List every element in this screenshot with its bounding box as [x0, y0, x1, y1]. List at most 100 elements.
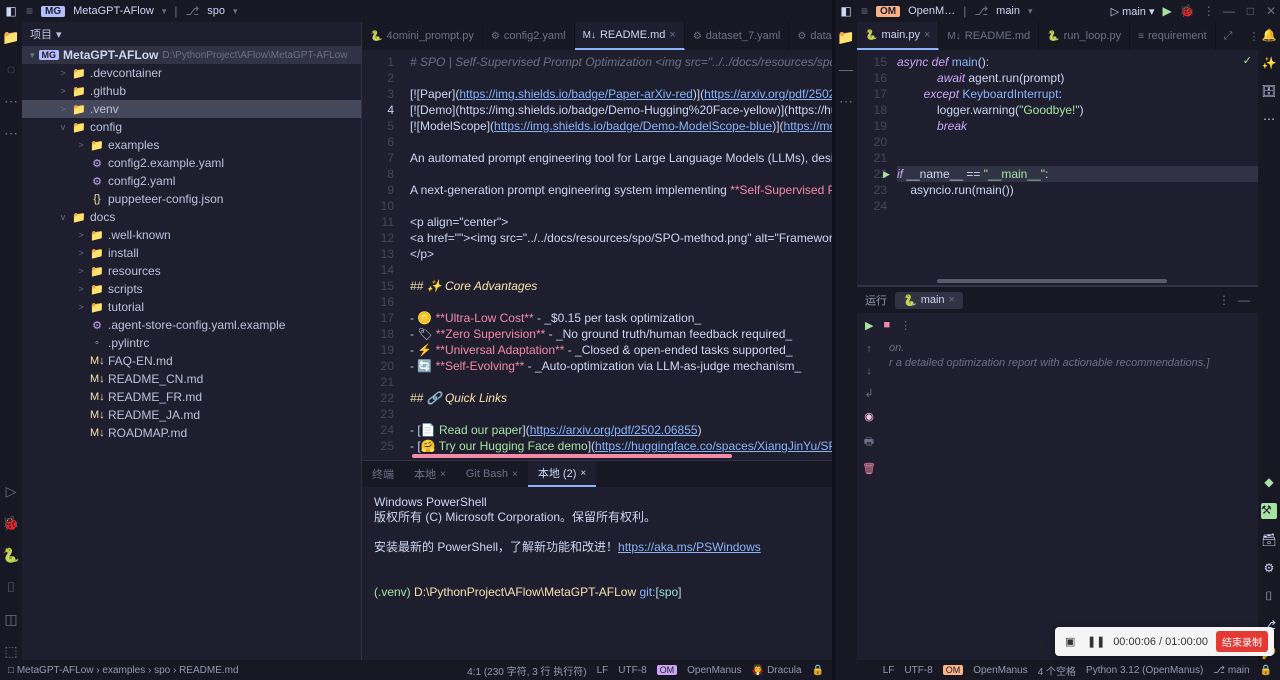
settings-icon[interactable]: ⚙: [1264, 561, 1275, 575]
terminal-icon[interactable]: ⌷: [1265, 589, 1272, 604]
terminal-tab[interactable]: 本地 ×: [404, 461, 456, 487]
problems-icon[interactable]: ⬚: [2, 642, 20, 660]
screen-record-widget[interactable]: ▣ ❚❚ 00:00:06 / 01:00:00 结束录制: [1055, 627, 1274, 656]
om-label[interactable]: OpenManus: [973, 665, 1027, 676]
editor-tab[interactable]: 🐍4omini_prompt.py: [362, 22, 483, 50]
tree-item[interactable]: {}puppeteer-config.json: [22, 190, 361, 208]
run-config[interactable]: ▷ main ▾: [1111, 5, 1155, 18]
tree-item[interactable]: >📁.github: [22, 82, 361, 100]
tree-item[interactable]: >📁.devcontainer: [22, 64, 361, 82]
more-icon[interactable]: ⋮: [900, 319, 911, 332]
tree-item[interactable]: >📁scripts: [22, 280, 361, 298]
more-icon[interactable]: ⋯: [1263, 112, 1275, 126]
code-content[interactable]: async def main(): await agent.run(prompt…: [897, 50, 1258, 285]
stop-icon[interactable]: ■: [883, 319, 890, 331]
close-icon[interactable]: ✕: [1266, 4, 1276, 18]
lock-icon[interactable]: 🔒: [1260, 665, 1272, 676]
tree-item[interactable]: v📁docs: [22, 208, 361, 226]
editor-tab[interactable]: 🐍run_loop.py: [1039, 22, 1130, 50]
python-interpreter[interactable]: Python 3.12 (OpenManus): [1086, 665, 1203, 676]
chevron-down-icon[interactable]: ▾: [1028, 6, 1033, 17]
up-arrow-icon[interactable]: ↑: [866, 343, 872, 355]
debug-icon[interactable]: 🐞: [2, 514, 20, 532]
tree-item[interactable]: >📁tutorial: [22, 298, 361, 316]
terminal-tab[interactable]: 本地 (2) ×: [528, 461, 596, 487]
line-ending[interactable]: LF: [597, 665, 609, 676]
branch-name[interactable]: spo: [207, 5, 225, 17]
tree-item[interactable]: ⚙.agent-store-config.yaml.example: [22, 316, 361, 334]
structure-icon[interactable]: ⋯: [837, 92, 855, 110]
chevron-down-icon[interactable]: ▾: [56, 28, 62, 41]
horizontal-scrollbar[interactable]: [937, 279, 1167, 283]
tree-item[interactable]: >📁resources: [22, 262, 361, 280]
theme-label[interactable]: 🧛 Dracula: [752, 665, 802, 676]
terminal-tab[interactable]: 终端: [362, 461, 404, 487]
file-tree[interactable]: ▾ MG MetaGPT-AFLow D:\PythonProject\AFlo…: [22, 46, 361, 660]
tree-item[interactable]: ⚙config2.example.yaml: [22, 154, 361, 172]
terminal-icon[interactable]: ⌷: [2, 578, 20, 596]
more-icon[interactable]: ⋯: [2, 124, 20, 142]
check-icon[interactable]: ✓: [1243, 54, 1252, 67]
tree-item[interactable]: v📁config: [22, 118, 361, 136]
copilot-icon[interactable]: ◆: [1264, 475, 1273, 489]
expand-icon[interactable]: ⤢: [1216, 22, 1241, 50]
run-button[interactable]: ▶: [1163, 4, 1172, 18]
tree-item[interactable]: M↓ROADMAP.md: [22, 424, 361, 442]
tree-item[interactable]: >📁.venv: [22, 100, 361, 118]
structure-icon[interactable]: ⋯: [2, 92, 20, 110]
tree-root[interactable]: ▾ MG MetaGPT-AFLow D:\PythonProject\AFlo…: [22, 46, 361, 64]
services-icon[interactable]: ◫: [2, 610, 20, 628]
run-tab[interactable]: 🐍 main ×: [895, 292, 963, 309]
encoding[interactable]: UTF-8: [618, 665, 646, 676]
lock-icon[interactable]: 🔒: [812, 665, 824, 676]
right-code-editor[interactable]: 15161718192021222324 async def main(): a…: [857, 50, 1258, 286]
hamburger-icon[interactable]: ≡: [26, 4, 33, 18]
editor-tab[interactable]: ⚙config2.yaml: [483, 22, 575, 50]
more-icon[interactable]: ⋮: [1218, 293, 1230, 307]
editor-tab[interactable]: ⚙dataset_7~ve...: [789, 22, 832, 50]
editor-tab[interactable]: ⚙dataset_7.yaml: [685, 22, 790, 50]
folder-icon[interactable]: 📁: [837, 28, 855, 46]
commit-icon[interactable]: ◌: [2, 60, 20, 78]
terminal-output[interactable]: Windows PowerShell版权所有 (C) Microsoft Cor…: [362, 487, 832, 660]
print-icon[interactable]: 🖶: [864, 433, 874, 452]
folder-icon[interactable]: 📁: [2, 28, 20, 46]
branch[interactable]: ⎇ main: [1213, 665, 1249, 676]
hamburger-icon[interactable]: ≡: [861, 4, 868, 18]
editor-tab[interactable]: ≡requirement: [1130, 22, 1216, 50]
left-code-editor[interactable]: 1234567891011121314151617181920212223242…: [362, 50, 832, 460]
chevron-down-icon[interactable]: ▾: [162, 6, 167, 17]
editor-tab[interactable]: M↓README.md×: [575, 22, 685, 50]
editor-tab[interactable]: 🐍main.py×: [857, 22, 939, 50]
tree-item[interactable]: M↓README_FR.md: [22, 388, 361, 406]
editor-tab[interactable]: M↓README.md: [939, 22, 1039, 50]
wrap-icon[interactable]: ↲: [864, 387, 873, 400]
trash-icon[interactable]: 🗑: [862, 462, 876, 475]
tool-icon[interactable]: ⚒: [1261, 503, 1277, 519]
minimize-icon[interactable]: —: [1223, 4, 1235, 18]
more-icon[interactable]: ⋮: [1203, 4, 1215, 18]
tree-item[interactable]: M↓README_JA.md: [22, 406, 361, 424]
tree-item[interactable]: ⚙config2.yaml: [22, 172, 361, 190]
record-pause-icon[interactable]: ❚❚: [1087, 633, 1105, 651]
minimize-icon[interactable]: —: [1238, 293, 1250, 307]
database-icon[interactable]: 🗄: [1261, 84, 1276, 98]
down-arrow-icon[interactable]: ↓: [866, 365, 872, 377]
tree-item[interactable]: M↓README_CN.md: [22, 370, 361, 388]
tree-item[interactable]: >📁.well-known: [22, 226, 361, 244]
db-icon[interactable]: 🗃: [1261, 533, 1276, 547]
tree-item[interactable]: ◦.pylintrc: [22, 334, 361, 352]
tree-item[interactable]: >📁install: [22, 244, 361, 262]
om-label[interactable]: OpenManus: [687, 665, 741, 676]
project-name[interactable]: OpenM…: [908, 5, 955, 17]
project-name[interactable]: MetaGPT-AFlow: [73, 5, 154, 17]
terminal-tab[interactable]: Git Bash ×: [456, 461, 528, 487]
indent[interactable]: 4 个空格: [1038, 663, 1076, 678]
notifications-icon[interactable]: 🔔: [1262, 28, 1277, 42]
scroll-icon[interactable]: ◉: [864, 410, 874, 423]
commit-icon[interactable]: —: [837, 60, 855, 78]
horizontal-scrollbar[interactable]: [412, 454, 732, 458]
tree-item[interactable]: >📁examples: [22, 136, 361, 154]
run-output[interactable]: on.r a detailed optimization report with…: [881, 337, 1258, 660]
python-icon[interactable]: 🐍: [2, 546, 20, 564]
